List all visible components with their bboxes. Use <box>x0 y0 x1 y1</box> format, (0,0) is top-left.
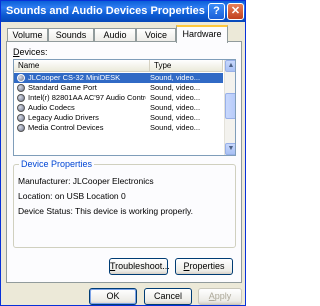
tab-hardware[interactable]: Hardware <box>176 25 228 43</box>
list-rows: JLCooper CS-32 MiniDESK Sound, video... … <box>14 73 223 133</box>
help-button[interactable]: ? <box>208 3 225 20</box>
location-text: Location: on USB Location 0 <box>18 191 126 201</box>
device-properties-group: Device Properties Manufacturer: JLCooper… <box>13 159 236 248</box>
speaker-device-icon <box>17 84 25 92</box>
speaker-device-icon <box>17 124 25 132</box>
tab-volume[interactable]: Volume <box>7 28 48 42</box>
cancel-button[interactable]: Cancel <box>144 288 192 305</box>
list-item[interactable]: Standard Game Port Sound, video... <box>14 83 223 93</box>
device-type: Sound, video... <box>150 83 201 92</box>
tab-voice[interactable]: Voice <box>136 28 176 42</box>
scroll-thumb[interactable] <box>225 93 235 119</box>
speaker-device-icon <box>17 74 25 82</box>
list-item[interactable]: Legacy Audio Drivers Sound, video... <box>14 113 223 123</box>
speaker-device-icon <box>17 104 25 112</box>
ok-button[interactable]: OK <box>89 288 137 305</box>
column-header-name[interactable]: Name <box>14 60 150 72</box>
device-type: Sound, video... <box>150 123 201 132</box>
group-title: Device Properties <box>19 159 95 169</box>
devices-list[interactable]: Name Type JLCooper CS-32 MiniDESK Sound,… <box>13 59 236 156</box>
device-type: Sound, video... <box>150 113 201 122</box>
tab-audio[interactable]: Audio <box>94 28 136 42</box>
list-item[interactable]: Audio Codecs Sound, video... <box>14 103 223 113</box>
speaker-device-icon <box>17 114 25 122</box>
list-item[interactable]: Intel(r) 82801AA AC'97 Audio Controller … <box>14 93 223 103</box>
device-type: Sound, video... <box>150 103 201 112</box>
window-title: Sounds and Audio Devices Properties <box>6 5 205 17</box>
device-type: Sound, video... <box>150 93 201 102</box>
tab-strip: Volume Sounds Audio Voice Hardware <box>7 25 241 43</box>
apply-button[interactable]: Apply <box>198 288 242 305</box>
chevron-down-icon: ▼ <box>227 145 235 152</box>
device-name: Intel(r) 82801AA AC'97 Audio Controller <box>28 93 146 102</box>
scroll-up-button[interactable]: ▲ <box>225 60 235 72</box>
tab-sounds[interactable]: Sounds <box>48 28 94 42</box>
list-item[interactable]: Media Control Devices Sound, video... <box>14 123 223 133</box>
vertical-scrollbar[interactable]: ▲ ▼ <box>224 60 235 155</box>
list-header: Name Type <box>14 60 223 72</box>
troubleshoot-button[interactable]: Troubleshoot... <box>109 258 170 275</box>
device-name: JLCooper CS-32 MiniDESK <box>28 73 121 82</box>
device-name: Audio Codecs <box>28 103 75 112</box>
scroll-down-button[interactable]: ▼ <box>225 143 235 155</box>
hardware-panel: Devices: Name Type JLCooper CS-32 MiniDE… <box>6 41 242 283</box>
device-status-text: Device Status: This device is working pr… <box>18 206 193 216</box>
list-item[interactable]: JLCooper CS-32 MiniDESK Sound, video... <box>14 73 223 83</box>
device-name: Media Control Devices <box>28 123 104 132</box>
close-icon: ✕ <box>230 5 241 17</box>
manufacturer-text: Manufacturer: JLCooper Electronics <box>18 176 154 186</box>
close-button[interactable]: ✕ <box>227 3 244 20</box>
column-header-type[interactable]: Type <box>150 60 223 72</box>
help-icon: ? <box>213 5 220 17</box>
device-type: Sound, video... <box>150 73 201 82</box>
properties-button[interactable]: Properties <box>175 258 233 275</box>
speaker-device-icon <box>17 94 25 102</box>
properties-dialog: Sounds and Audio Devices Properties ? ✕ … <box>0 0 246 306</box>
chevron-up-icon: ▲ <box>227 62 235 69</box>
devices-label: Devices: <box>13 47 48 57</box>
device-name: Standard Game Port <box>28 83 97 92</box>
device-name: Legacy Audio Drivers <box>28 113 99 122</box>
